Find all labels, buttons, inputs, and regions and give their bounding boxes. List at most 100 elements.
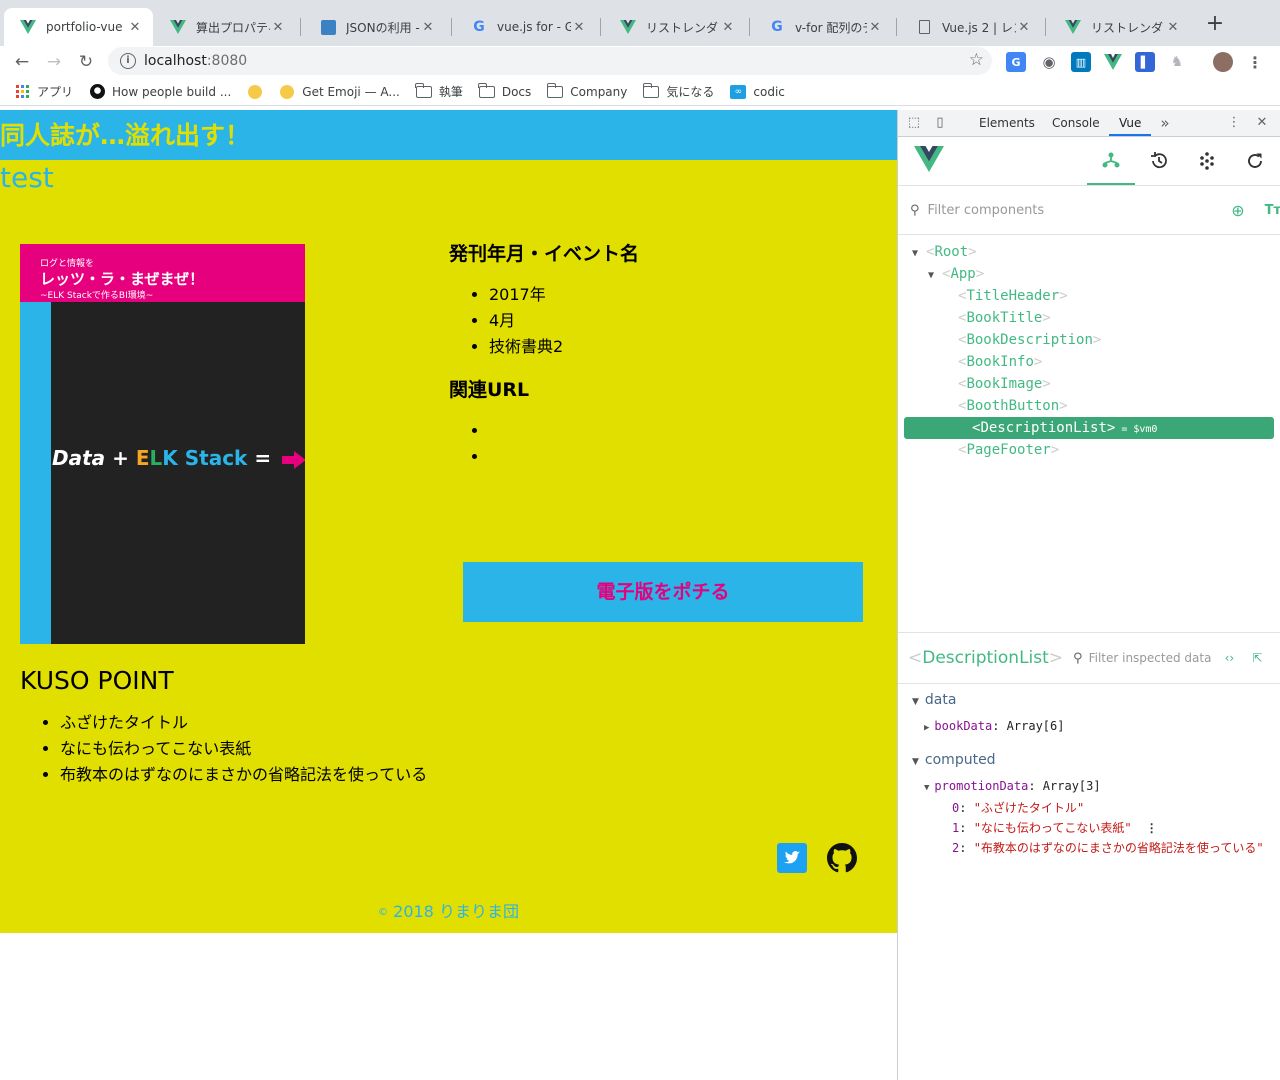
vuex-tab-icon[interactable]: [1183, 137, 1231, 185]
devtools-tab-elements[interactable]: Elements: [979, 110, 1035, 136]
close-tab-icon[interactable]: ✕: [571, 20, 587, 35]
bookmark-item[interactable]: 気になる: [642, 82, 714, 100]
devtools-menu-icon[interactable]: ⋮: [1226, 115, 1242, 131]
close-tab-icon[interactable]: ✕: [720, 20, 736, 35]
close-tab-icon[interactable]: ✕: [420, 20, 436, 35]
github-icon: [89, 84, 105, 99]
computed-value: ふざけたタイトル: [980, 801, 1077, 815]
bookmark-label: codic: [753, 84, 785, 99]
extension-icon[interactable]: ▌: [1135, 52, 1155, 72]
data-section-label[interactable]: ▼ data: [912, 692, 956, 708]
tree-node-app[interactable]: ▼ <App>: [928, 263, 984, 285]
twitter-icon[interactable]: [777, 843, 807, 873]
site-info-icon[interactable]: i: [120, 53, 136, 69]
new-tab-button[interactable]: +: [1203, 12, 1227, 36]
bookmark-star-icon[interactable]: ☆: [969, 50, 984, 70]
browser-tab[interactable]: Gv-for 配列のデー✕: [753, 8, 893, 46]
reload-button[interactable]: ↻: [73, 49, 99, 75]
expand-arrow-icon[interactable]: ▶: [924, 723, 929, 733]
browser-tab[interactable]: リストレンダリン✕: [604, 8, 746, 46]
address-bar[interactable]: i localhost:8080 ☆: [108, 47, 992, 75]
bookmark-item[interactable]: Company: [546, 82, 627, 99]
vue-devtools-extension-icon[interactable]: [1103, 52, 1123, 72]
close-tab-icon[interactable]: ✕: [127, 20, 143, 35]
camera-extension-icon[interactable]: ◉: [1039, 52, 1059, 72]
folder-icon: [546, 82, 564, 99]
close-tab-icon[interactable]: ✕: [1165, 20, 1181, 35]
devtools-tab-vue[interactable]: Vue: [1109, 110, 1152, 136]
cover-letter-k: K: [162, 446, 178, 470]
vue-favicon-icon: [170, 19, 186, 35]
collapse-arrow-icon[interactable]: ▼: [928, 265, 942, 287]
computed-value-row[interactable]: 1: "なにも伝わってこない表紙" ⋮: [952, 819, 1158, 836]
tree-node-boothbutton[interactable]: <BoothButton>: [944, 395, 1068, 417]
github-icon[interactable]: [827, 843, 857, 873]
trello-extension-icon[interactable]: ▥: [1071, 52, 1091, 72]
filter-inspected-data-input[interactable]: [1088, 651, 1211, 665]
open-in-editor-icon[interactable]: ⇱: [1252, 651, 1262, 665]
bookmark-item[interactable]: Docs: [478, 82, 531, 99]
translate-extension-icon[interactable]: G: [1006, 52, 1026, 72]
tree-node-descriptionlist[interactable]: <DescriptionList> = $vm0: [904, 417, 1274, 439]
component-name: BookImage: [966, 376, 1043, 392]
forward-button[interactable]: →: [41, 49, 67, 75]
devtools-tab-console[interactable]: Console: [1052, 110, 1100, 136]
url-port: :8080: [206, 53, 248, 69]
computed-value-row[interactable]: 2: "布教本のはずなのにまさかの省略記法を使っている": [952, 839, 1264, 856]
tab-separator: [451, 18, 452, 36]
back-button[interactable]: ←: [9, 49, 35, 75]
tree-node-bookimage[interactable]: <BookImage>: [944, 373, 1051, 395]
inspected-component-name: <DescriptionList>: [908, 648, 1064, 668]
google-favicon-icon: G: [473, 19, 485, 35]
data-bookdata-row[interactable]: ▶ bookData: Array[6]: [924, 719, 1064, 733]
timeline-tab-icon[interactable]: [1135, 137, 1183, 185]
more-options-icon[interactable]: ⋮: [1146, 821, 1158, 835]
more-tabs-icon[interactable]: »: [1157, 115, 1173, 131]
emoji-icon: [247, 84, 263, 99]
close-tab-icon[interactable]: ✕: [867, 20, 883, 35]
bookmark-item[interactable]: [247, 84, 270, 99]
collapse-arrow-icon[interactable]: ▼: [924, 783, 929, 793]
browser-tab[interactable]: 算出プロパティ と✕: [154, 8, 296, 46]
refresh-icon[interactable]: [1231, 137, 1279, 185]
close-devtools-icon[interactable]: ✕: [1254, 115, 1270, 131]
device-toolbar-icon[interactable]: ▯: [932, 115, 948, 131]
components-tab-icon[interactable]: [1087, 137, 1135, 185]
unicorn-extension-icon[interactable]: ♞: [1167, 52, 1187, 72]
bookmark-item[interactable]: How people build ...: [89, 84, 231, 99]
close-tab-icon[interactable]: ✕: [1016, 20, 1032, 35]
menu-kebab-icon[interactable]: ⋮: [1245, 52, 1265, 72]
emoji-icon: [279, 84, 295, 99]
select-component-icon[interactable]: ⊕: [1231, 201, 1244, 220]
info-list-item: 2017年: [489, 282, 879, 308]
bookmark-item[interactable]: ∞ codic: [730, 84, 785, 99]
profile-avatar[interactable]: [1213, 52, 1233, 72]
bookmark-item[interactable]: アプリ: [14, 83, 73, 100]
browser-tab[interactable]: Gvue.js for - Goo✕: [455, 8, 597, 46]
booth-button[interactable]: 電子版をポチる: [463, 562, 863, 622]
computed-value-row[interactable]: 0: "ふざけたタイトル": [952, 799, 1084, 816]
close-tab-icon[interactable]: ✕: [270, 20, 286, 35]
computed-section-label[interactable]: ▼ computed: [912, 752, 996, 768]
tree-node-bookdescription[interactable]: <BookDescription>: [944, 329, 1101, 351]
browser-tab[interactable]: Vue.js 2 | レンダ✕: [900, 8, 1042, 46]
computed-promotiondata-row[interactable]: ▼ promotionData: Array[3]: [924, 779, 1101, 793]
tree-node-titleheader[interactable]: <TitleHeader>: [944, 285, 1068, 307]
collapse-arrow-icon[interactable]: ▼: [912, 243, 926, 265]
inspect-element-icon[interactable]: ⬚: [906, 115, 922, 131]
tree-node-booktitle[interactable]: <BookTitle>: [944, 307, 1051, 329]
tree-node-bookinfo[interactable]: <BookInfo>: [944, 351, 1042, 373]
inspect-dom-icon[interactable]: ‹›: [1225, 651, 1235, 665]
browser-tab[interactable]: JSONの利用 - ウ✕: [304, 8, 446, 46]
filter-components-input[interactable]: [927, 202, 1184, 218]
footer: © 2018 りまりま団: [0, 898, 897, 922]
tree-node-pagefooter[interactable]: <PageFooter>: [944, 439, 1059, 461]
format-names-icon[interactable]: Tт: [1265, 203, 1280, 218]
browser-tab[interactable]: portfolio-vue ✕: [4, 8, 153, 46]
browser-tab[interactable]: リストレンダリン✕: [1049, 8, 1191, 46]
bookmark-item[interactable]: Get Emoji — A...: [279, 84, 400, 99]
bookmark-item[interactable]: 執筆: [415, 82, 463, 100]
cover-banner: ログと情報を レッツ・ラ・まぜまぜ！ ~ELK Stackで作るBI環境~: [20, 244, 305, 302]
tree-node-root[interactable]: ▼ <Root>: [912, 241, 977, 263]
component-name: Root: [934, 244, 969, 260]
